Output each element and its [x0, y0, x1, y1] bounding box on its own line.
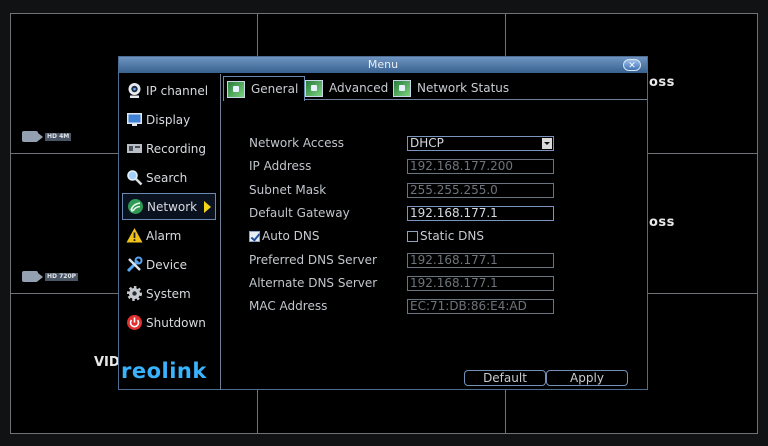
subnet-mask-field[interactable]: 255.255.255.0: [407, 183, 554, 198]
sidebar-item-shutdown[interactable]: Shutdown: [122, 309, 216, 336]
sidebar-item-label: Device: [146, 257, 188, 272]
video-loss-text: VID: [94, 355, 120, 370]
sidebar-item-label: Alarm: [146, 228, 182, 243]
close-icon: ✕: [628, 61, 636, 71]
auto-dns-checkbox[interactable]: Auto DNS: [249, 229, 320, 243]
static-dns-checkbox[interactable]: Static DNS: [407, 229, 484, 243]
preferred-dns-field[interactable]: 192.168.177.1: [407, 253, 554, 268]
hd-badge: HD 4M: [45, 132, 72, 141]
chevron-down-icon[interactable]: [542, 138, 552, 149]
menu-window: Menu ✕ IP channel Display Recording Sear…: [118, 56, 648, 390]
magnifier-icon: [127, 170, 143, 186]
camera-icon: [22, 131, 43, 142]
sidebar-item-label: Recording: [146, 141, 207, 156]
sidebar-item-device[interactable]: Device: [122, 251, 216, 278]
hd-badge: HD 720P: [45, 272, 79, 281]
close-button[interactable]: ✕: [623, 59, 641, 71]
preferred-dns-label: Preferred DNS Server: [249, 253, 377, 267]
mac-address-field[interactable]: EC:71:DB:86:E4:AD: [407, 299, 554, 314]
tools-icon: [126, 256, 143, 273]
tab-icon: [227, 80, 245, 98]
tab-icon: [305, 79, 323, 97]
network-access-select[interactable]: DHCP: [407, 136, 554, 151]
tab-general[interactable]: General: [223, 76, 306, 101]
tab-label: General: [251, 82, 299, 96]
warning-icon: [126, 228, 143, 243]
video-loss-text: oss: [649, 75, 675, 90]
reolink-logo: reolink: [121, 359, 207, 383]
subnet-mask-label: Subnet Mask: [249, 183, 327, 197]
sidebar-item-display[interactable]: Display: [122, 106, 216, 133]
gear-icon: [127, 286, 142, 301]
alternate-dns-label: Alternate DNS Server: [249, 276, 378, 290]
network-access-label: Network Access: [249, 136, 344, 150]
sidebar-item-system[interactable]: System: [122, 280, 216, 307]
tab-bar: General Advanced Network Status: [223, 76, 647, 101]
sidebar-item-label: Display: [146, 112, 191, 127]
power-icon: [127, 315, 142, 330]
checkbox-checked-icon[interactable]: [249, 230, 260, 242]
alternate-dns-field[interactable]: 192.168.177.1: [407, 276, 554, 291]
ip-address-label: IP Address: [249, 159, 312, 173]
sidebar-item-label: Shutdown: [146, 315, 206, 330]
default-button[interactable]: Default: [464, 370, 546, 386]
ip-address-field[interactable]: 192.168.177.200: [407, 159, 554, 174]
monitor-icon: [127, 113, 142, 126]
selected-arrow-icon: [204, 201, 211, 213]
webcam-icon: [128, 83, 141, 98]
sidebar-item-ip-channel[interactable]: IP channel: [122, 77, 216, 104]
mac-address-label: MAC Address: [249, 299, 328, 313]
sidebar-item-alarm[interactable]: Alarm: [122, 222, 216, 249]
network-icon: [128, 199, 143, 214]
sidebar: IP channel Display Recording Search Netw…: [119, 74, 221, 390]
sidebar-item-label: IP channel: [146, 83, 209, 98]
static-dns-label: Static DNS: [420, 229, 484, 243]
camera-badge-2: HD 720P: [22, 271, 79, 282]
camera-badge-1: HD 4M: [22, 131, 72, 142]
default-gateway-field[interactable]: 192.168.177.1: [407, 206, 554, 221]
sidebar-item-recording[interactable]: Recording: [122, 135, 216, 162]
tab-advanced[interactable]: Advanced: [305, 76, 388, 100]
default-gateway-label: Default Gateway: [249, 206, 350, 220]
menu-titlebar[interactable]: Menu ✕: [119, 57, 647, 73]
auto-dns-label: Auto DNS: [262, 229, 320, 243]
recorder-icon: [127, 144, 142, 153]
tab-network-status[interactable]: Network Status: [393, 76, 509, 100]
network-access-value: DHCP: [410, 136, 444, 150]
sidebar-item-label: Search: [146, 170, 188, 185]
camera-icon: [22, 271, 43, 282]
tab-label: Advanced: [329, 81, 389, 95]
window-title: Menu: [367, 58, 399, 71]
tab-icon: [393, 79, 411, 97]
checkbox-unchecked-icon[interactable]: [407, 230, 418, 242]
video-loss-text: oss: [649, 215, 675, 230]
sidebar-item-label: System: [146, 286, 191, 301]
sidebar-item-search[interactable]: Search: [122, 164, 216, 191]
tab-label: Network Status: [417, 81, 510, 95]
sidebar-item-network[interactable]: Network: [122, 193, 216, 220]
sidebar-item-label: Network: [147, 199, 198, 214]
apply-button[interactable]: Apply: [546, 370, 628, 386]
